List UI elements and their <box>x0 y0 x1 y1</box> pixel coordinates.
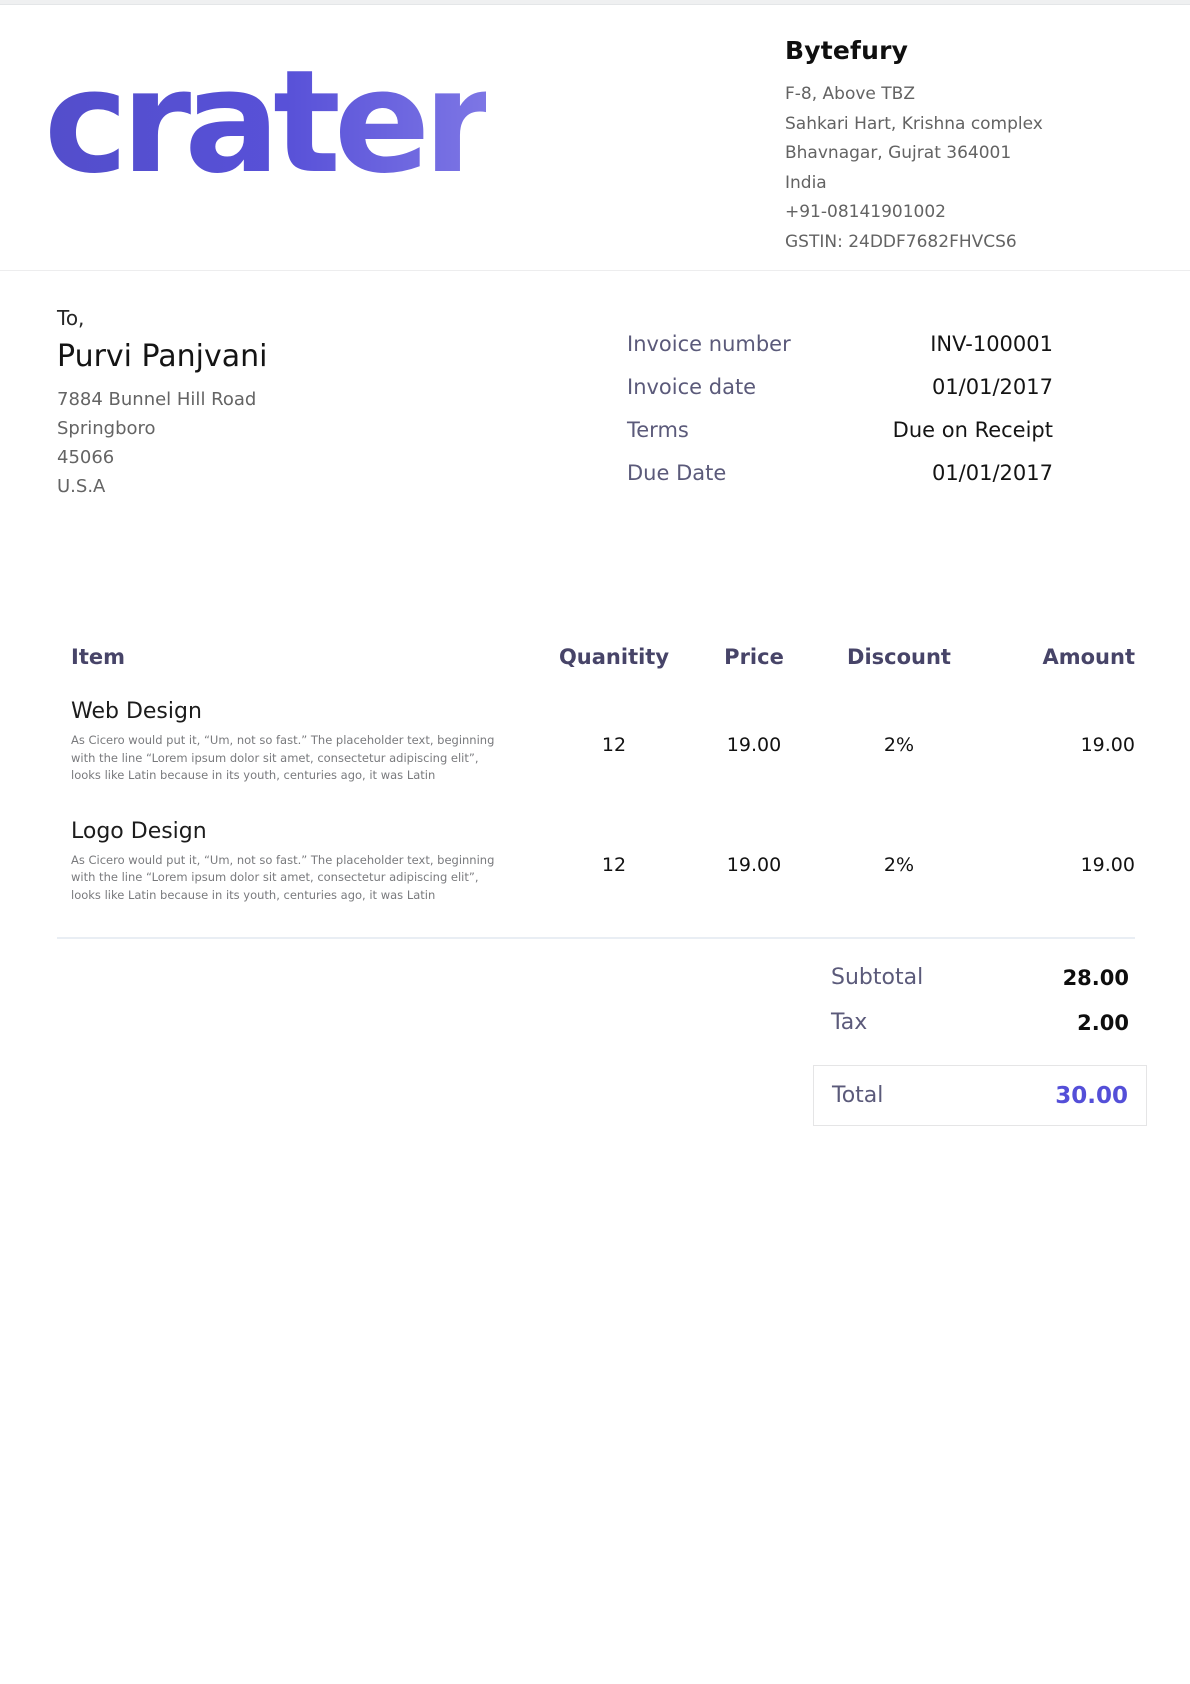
tax-row: Tax 2.00 <box>813 1000 1147 1045</box>
invoice-meta-label: Invoice date <box>627 375 756 399</box>
address-line: F-8, Above TBZ <box>785 80 1155 110</box>
item-description: As Cicero would put it, “Um, not so fast… <box>71 732 499 785</box>
bill-to-section: To, Purvi Panjvani 7884 Bunnel Hill Road… <box>57 306 487 501</box>
header-amount: Amount <box>979 645 1135 669</box>
invoice-meta-row: Due Date 01/01/2017 <box>627 451 1053 494</box>
item-description: As Cicero would put it, “Um, not so fast… <box>71 852 499 905</box>
items-table: Item Quanitity Price Discount Amount Web… <box>57 645 1135 939</box>
item-title: Web Design <box>71 698 539 726</box>
item-discount: 2% <box>819 698 979 785</box>
customer-name: Purvi Panjvani <box>57 339 487 374</box>
header-quantity: Quanitity <box>539 645 689 669</box>
total-value: 30.00 <box>1055 1083 1128 1109</box>
item-cell: Logo Design As Cicero would put it, “Um,… <box>57 818 539 905</box>
table-row: Web Design As Cicero would put it, “Um, … <box>57 698 1135 785</box>
tax-label: Tax <box>831 1010 867 1035</box>
table-row: Logo Design As Cicero would put it, “Um,… <box>57 818 1135 905</box>
address-line: Springboro <box>57 414 487 443</box>
invoice-meta-row: Terms Due on Receipt <box>627 408 1053 451</box>
invoice-meta-value: 01/01/2017 <box>932 375 1053 399</box>
item-price: 19.00 <box>689 698 819 785</box>
invoice-meta: Invoice number INV-100001 Invoice date 0… <box>627 322 1053 494</box>
subtotal-label: Subtotal <box>831 965 923 990</box>
invoice-meta-value: Due on Receipt <box>893 418 1053 442</box>
table-divider <box>57 937 1135 939</box>
address-line: India <box>785 169 1155 199</box>
tax-value: 2.00 <box>1077 1011 1129 1035</box>
header-discount: Discount <box>819 645 979 669</box>
company-info: Bytefury F-8, Above TBZ Sahkari Hart, Kr… <box>785 36 1155 257</box>
items-table-body: Web Design As Cicero would put it, “Um, … <box>57 698 1135 904</box>
address-line: Sahkari Hart, Krishna complex <box>785 110 1155 140</box>
invoice-meta-row: Invoice date 01/01/2017 <box>627 365 1053 408</box>
invoice-meta-label: Due Date <box>627 461 726 485</box>
address-line: Bhavnagar, Gujrat 364001 <box>785 139 1155 169</box>
subtotal-value: 28.00 <box>1063 966 1129 990</box>
items-table-header: Item Quanitity Price Discount Amount <box>57 645 1135 669</box>
invoice-page: crater Bytefury F-8, Above TBZ Sahkari H… <box>0 0 1190 1684</box>
subtotal-row: Subtotal 28.00 <box>813 955 1147 1000</box>
address-line: +91-08141901002 <box>785 198 1155 228</box>
item-price: 19.00 <box>689 818 819 905</box>
company-name: Bytefury <box>785 36 1155 65</box>
invoice-meta-value: 01/01/2017 <box>932 461 1053 485</box>
item-amount: 19.00 <box>979 818 1135 905</box>
address-line: GSTIN: 24DDF7682FHVCS6 <box>785 228 1155 258</box>
item-quantity: 12 <box>539 698 689 785</box>
crater-logo: crater <box>44 62 486 184</box>
item-quantity: 12 <box>539 818 689 905</box>
invoice-meta-row: Invoice number INV-100001 <box>627 322 1053 365</box>
item-cell: Web Design As Cicero would put it, “Um, … <box>57 698 539 785</box>
address-line: 7884 Bunnel Hill Road <box>57 385 487 414</box>
invoice-meta-label: Terms <box>627 418 689 442</box>
item-discount: 2% <box>819 818 979 905</box>
address-line: 45066 <box>57 443 487 472</box>
item-amount: 19.00 <box>979 698 1135 785</box>
total-box: Total 30.00 <box>813 1065 1147 1126</box>
item-title: Logo Design <box>71 818 539 846</box>
page-top-edge <box>0 0 1190 5</box>
total-label: Total <box>832 1083 883 1108</box>
address-line: U.S.A <box>57 472 487 501</box>
invoice-meta-label: Invoice number <box>627 332 791 356</box>
customer-address: 7884 Bunnel Hill Road Springboro 45066 U… <box>57 385 487 501</box>
company-address: F-8, Above TBZ Sahkari Hart, Krishna com… <box>785 80 1155 257</box>
totals-section: Subtotal 28.00 Tax 2.00 Total 30.00 <box>813 955 1147 1126</box>
invoice-meta-value: INV-100001 <box>930 332 1053 356</box>
bill-to-label: To, <box>57 306 487 330</box>
header-price: Price <box>689 645 819 669</box>
header-item: Item <box>57 645 539 669</box>
header-divider <box>0 270 1190 271</box>
